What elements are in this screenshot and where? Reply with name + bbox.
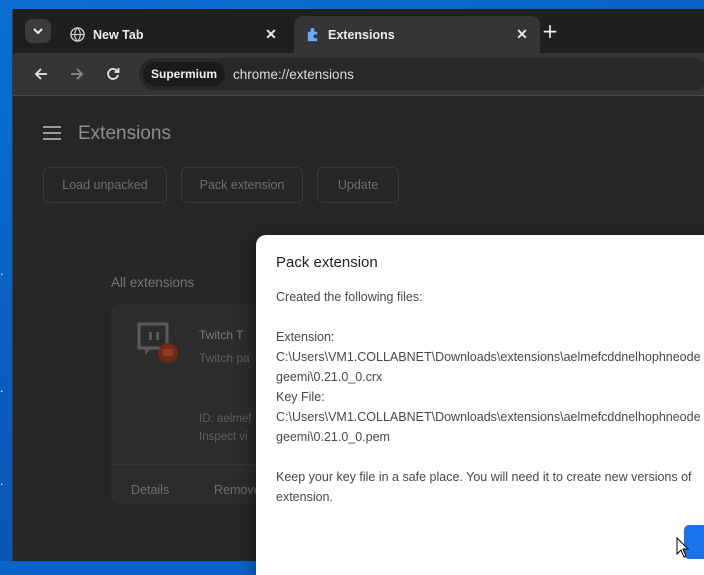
pack-extension-button[interactable]: Pack extension <box>181 167 303 203</box>
pack-extension-dialog: Pack extension Created the following fil… <box>256 235 704 575</box>
tab-search-button[interactable] <box>25 19 51 43</box>
puzzle-icon <box>304 27 320 43</box>
menu-icon[interactable] <box>43 126 61 140</box>
extension-path: C:\Users\VM1.COLLABNET\Downloads\extensi… <box>276 350 701 364</box>
forward-button[interactable] <box>67 64 87 84</box>
desktop-edge-mark: · <box>0 478 4 491</box>
toolbar: Supermium chrome://extensions <box>13 53 704 96</box>
dialog-note: Keep your key file in a safe place. You … <box>276 470 692 484</box>
extension-id: ID: aelmef <box>199 413 252 425</box>
mouse-cursor-icon <box>676 537 690 558</box>
reload-button[interactable] <box>103 64 123 84</box>
key-file-path-cont: geemi\0.21.0_0.pem <box>276 430 390 444</box>
tab-title: New Tab <box>93 27 144 42</box>
forward-arrow-icon <box>71 68 84 80</box>
reload-icon <box>107 68 120 80</box>
details-button[interactable]: Details <box>131 483 169 497</box>
close-icon[interactable]: ✕ <box>261 25 281 45</box>
dialog-message: Created the following files: <box>276 290 423 304</box>
tab-extensions[interactable]: Extensions ✕ <box>294 16 540 53</box>
desktop-edge-mark: · <box>0 268 4 281</box>
extension-path-cont: geemi\0.21.0_0.crx <box>276 370 383 384</box>
section-title: All extensions <box>111 275 195 290</box>
twitch-extension-icon <box>137 322 178 363</box>
dialog-title: Pack extension <box>276 254 378 271</box>
browser-name-chip[interactable]: Supermium <box>143 62 226 86</box>
close-icon[interactable]: ✕ <box>512 25 532 45</box>
url-text[interactable]: chrome://extensions <box>233 67 354 82</box>
tab-strip: New Tab ✕ Extensions ✕ + <box>13 9 704 53</box>
back-arrow-icon <box>34 68 47 80</box>
extension-label: Extension: <box>276 330 335 344</box>
extension-name: Twitch T <box>199 328 244 342</box>
load-unpacked-button[interactable]: Load unpacked <box>43 167 167 203</box>
update-button[interactable]: Update <box>317 167 399 203</box>
tab-new-tab[interactable]: New Tab ✕ <box>59 16 289 53</box>
dialog-note-cont: extension. <box>276 490 333 504</box>
extension-description: Twitch pa <box>199 351 250 365</box>
back-button[interactable] <box>31 64 51 84</box>
globe-icon <box>69 27 85 43</box>
key-file-path: C:\Users\VM1.COLLABNET\Downloads\extensi… <box>276 410 701 424</box>
page-title: Extensions <box>78 123 171 144</box>
address-bar[interactable]: Supermium chrome://extensions <box>139 58 704 90</box>
chevron-down-icon <box>33 27 43 34</box>
new-tab-button[interactable]: + <box>540 21 560 41</box>
key-file-label: Key File: <box>276 390 325 404</box>
tab-title: Extensions <box>328 27 395 42</box>
desktop-edge-mark: · <box>0 385 4 398</box>
inspect-views-link[interactable]: Inspect vi <box>199 431 248 443</box>
remove-button[interactable]: Remove <box>214 483 261 497</box>
